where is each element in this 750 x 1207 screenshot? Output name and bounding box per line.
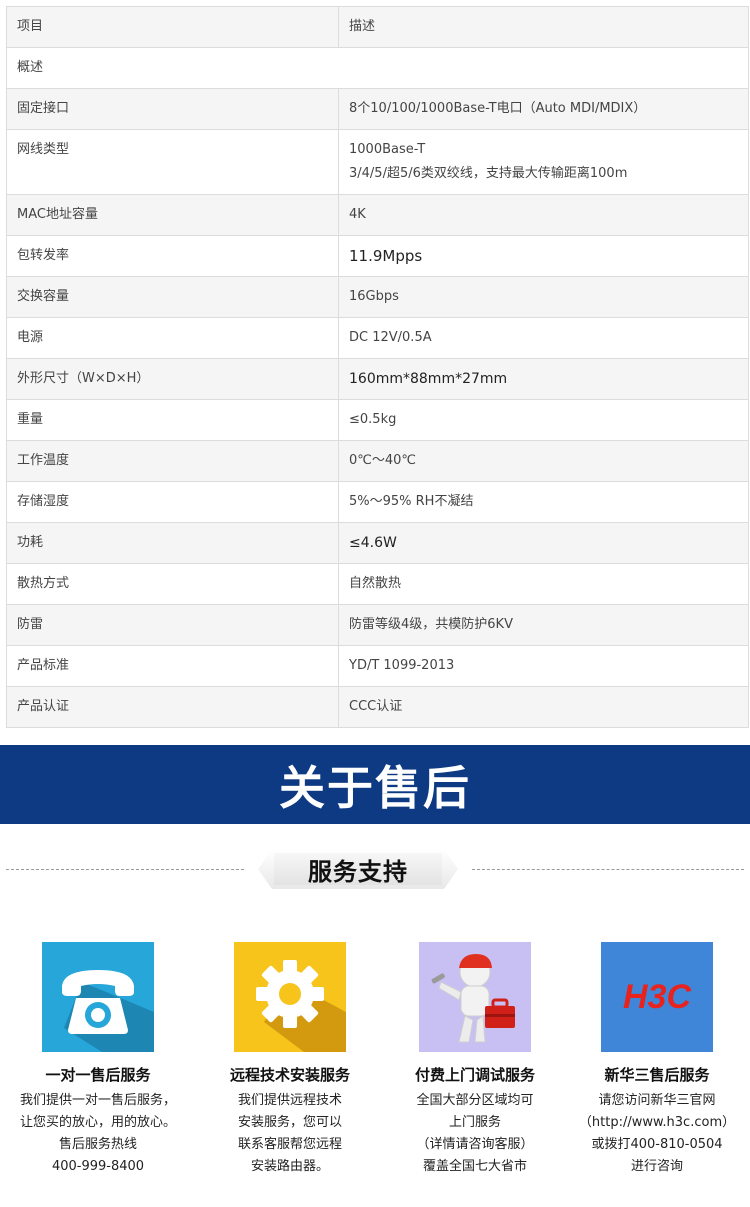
after-sales-banner: 关于售后 xyxy=(0,745,750,824)
table-section-row: 概述 xyxy=(6,47,749,89)
table-row: 重量 ≤0.5kg xyxy=(6,399,749,441)
repair-person-icon xyxy=(419,942,531,1052)
row-value-line: 1000Base-T xyxy=(349,142,426,157)
table-row: 固定接口 8个10/100/1000Base-T电口（Auto MDI/MDIX… xyxy=(6,88,749,130)
row-value: 4K xyxy=(338,194,749,236)
row-label: 外形尺寸（W×D×H） xyxy=(6,358,339,400)
row-value: DC 12V/0.5A xyxy=(338,317,749,359)
banner-title: 关于售后 xyxy=(279,760,471,815)
row-label: 固定接口 xyxy=(6,88,339,130)
service-title-badge: 服务支持 xyxy=(258,849,458,889)
service-title: 远程技术安装服务 xyxy=(229,1066,350,1084)
row-label: 工作温度 xyxy=(6,440,339,482)
row-label: 功耗 xyxy=(6,522,339,564)
row-label: 散热方式 xyxy=(6,563,339,605)
table-row: 产品标准 YD/T 1099-2013 xyxy=(6,645,749,687)
row-label: 交换容量 xyxy=(6,276,339,318)
service-card-one-to-one: 一对一售后服务 我们提供一对一售后服务， 让您买的放心，用的放心。 售后服务热线… xyxy=(5,942,191,1178)
description-line: 上门服务 xyxy=(448,1115,501,1130)
description-line: 售后服务热线 xyxy=(58,1137,137,1152)
row-value: 11.9Mpps xyxy=(338,235,749,277)
table-row: 包转发率 11.9Mpps xyxy=(6,235,749,277)
table-header-cell: 描述 xyxy=(338,6,749,48)
row-value: 自然散热 xyxy=(338,563,749,605)
phone-icon xyxy=(42,942,154,1052)
table-row: 外形尺寸（W×D×H） 160mm*88mm*27mm xyxy=(6,358,749,400)
row-value: CCC认证 xyxy=(338,686,749,728)
row-value: YD/T 1099-2013 xyxy=(338,645,749,687)
table-row: 网线类型 1000Base-T 3/4/5/超5/6类双绞线，支持最大传输距离1… xyxy=(6,129,749,195)
h3c-logo-text: H3C xyxy=(623,978,691,1016)
description-line: 或拨打400-810-0504 xyxy=(591,1137,723,1152)
service-title: 新华三售后服务 xyxy=(604,1066,710,1084)
service-title: 付费上门调试服务 xyxy=(414,1066,535,1084)
row-value: ≤4.6W xyxy=(338,522,749,564)
divider-left xyxy=(6,869,244,870)
row-label: 包转发率 xyxy=(6,235,339,277)
table-row: 电源 DC 12V/0.5A xyxy=(6,317,749,359)
gear-icon xyxy=(234,942,346,1052)
table-header-cell: 项目 xyxy=(6,6,339,48)
row-value: 8个10/100/1000Base-T电口（Auto MDI/MDIX） xyxy=(338,88,749,130)
row-label: 电源 xyxy=(6,317,339,359)
description-line: 进行咨询 xyxy=(630,1159,683,1174)
table-row: 产品认证 CCC认证 xyxy=(6,686,749,728)
row-value: 160mm*88mm*27mm xyxy=(338,358,749,400)
h3c-logo: H3C xyxy=(601,942,713,1052)
service-description: 我们提供远程技术 安装服务，您可以 联系客服帮您远程 安装路由器。 xyxy=(197,1090,383,1178)
service-description: 我们提供一对一售后服务， 让您买的放心，用的放心。 售后服务热线 400-999… xyxy=(5,1090,191,1178)
description-line: 安装路由器。 xyxy=(250,1159,329,1174)
row-value: ≤0.5kg xyxy=(338,399,749,441)
table-row: 散热方式 自然散热 xyxy=(6,563,749,605)
service-description: 请您访问新华三官网 （http://www.h3c.com） 或拨打400-81… xyxy=(564,1090,750,1178)
description-line: （详情请咨询客服） xyxy=(416,1137,534,1152)
service-section-title: 服务支持 xyxy=(308,857,408,886)
table-row: MAC地址容量 4K xyxy=(6,194,749,236)
spec-table: 项目 描述 概述 固定接口 8个10/100/1000Base-T电口（Auto… xyxy=(6,6,749,728)
description-line: 覆盖全国七大省市 xyxy=(422,1159,527,1174)
description-line: 全国大部分区域均可 xyxy=(416,1093,534,1108)
description-line: 请您访问新华三官网 xyxy=(598,1093,716,1108)
table-row: 交换容量 16Gbps xyxy=(6,276,749,318)
service-section-header: 服务支持 xyxy=(0,840,750,900)
overview-label: 概述 xyxy=(6,47,749,89)
row-value-line: 3/4/5/超5/6类双绞线，支持最大传输距离100m xyxy=(349,166,628,181)
table-row: 防雷 防雷等级4级，共模防护6KV xyxy=(6,604,749,646)
service-card-remote-install: 远程技术安装服务 我们提供远程技术 安装服务，您可以 联系客服帮您远程 安装路由… xyxy=(197,942,383,1178)
row-value: 防雷等级4级，共模防护6KV xyxy=(338,604,749,646)
service-description: 全国大部分区域均可 上门服务 （详情请咨询客服） 覆盖全国七大省市 xyxy=(382,1090,568,1178)
row-label: 产品认证 xyxy=(6,686,339,728)
table-row: 功耗 ≤4.6W xyxy=(6,522,749,564)
row-label: 产品标准 xyxy=(6,645,339,687)
row-value: 1000Base-T 3/4/5/超5/6类双绞线，支持最大传输距离100m xyxy=(338,129,749,195)
description-line: 让您买的放心，用的放心。 xyxy=(19,1115,176,1130)
service-card-h3c: H3C 新华三售后服务 请您访问新华三官网 （http://www.h3c.co… xyxy=(564,942,750,1178)
row-label: 防雷 xyxy=(6,604,339,646)
table-row: 存储湿度 5%～95% RH不凝结 xyxy=(6,481,749,523)
table-row: 工作温度 0℃～40℃ xyxy=(6,440,749,482)
service-title: 一对一售后服务 xyxy=(45,1066,151,1084)
row-value: 0℃～40℃ xyxy=(338,440,749,482)
description-line: 安装服务，您可以 xyxy=(237,1115,342,1130)
row-label: 网线类型 xyxy=(6,129,339,195)
description-line: 我们提供远程技术 xyxy=(237,1093,342,1108)
row-value: 5%～95% RH不凝结 xyxy=(338,481,749,523)
row-label: 存储湿度 xyxy=(6,481,339,523)
row-label: 重量 xyxy=(6,399,339,441)
table-header-row: 项目 描述 xyxy=(6,6,749,48)
row-value: 16Gbps xyxy=(338,276,749,318)
website-link[interactable]: （http://www.h3c.com） xyxy=(564,1112,750,1134)
divider-right xyxy=(472,869,744,870)
hotline-number: 400-999-8400 xyxy=(51,1159,145,1174)
description-line: 我们提供一对一售后服务， xyxy=(19,1093,176,1108)
description-line: 联系客服帮您远程 xyxy=(237,1137,342,1152)
row-label: MAC地址容量 xyxy=(6,194,339,236)
service-card-onsite: 付费上门调试服务 全国大部分区域均可 上门服务 （详情请咨询客服） 覆盖全国七大… xyxy=(382,942,568,1178)
